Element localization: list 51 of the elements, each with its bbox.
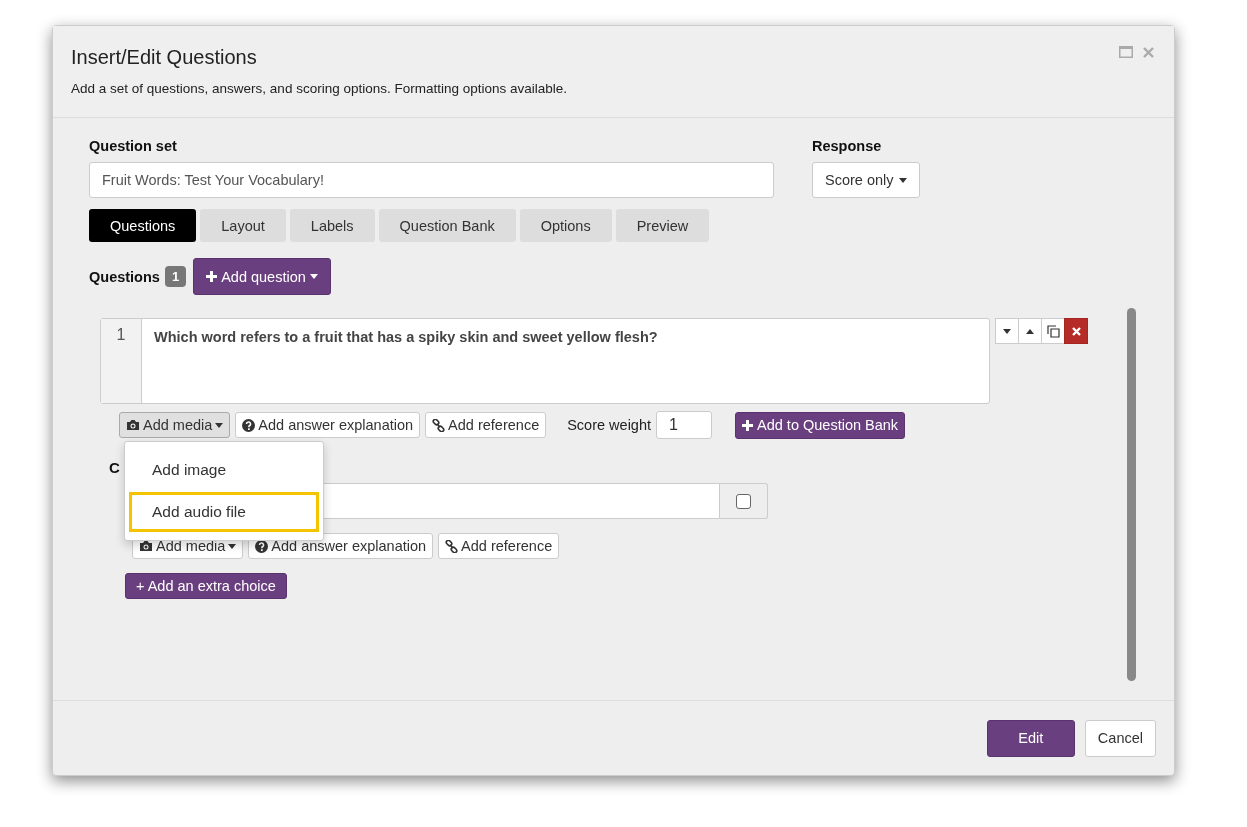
add-to-bank-button[interactable]: Add to Question Bank <box>735 411 906 439</box>
menu-item[interactable]: Add audio file <box>129 492 319 532</box>
menu-item[interactable]: Add image <box>129 450 319 490</box>
copy-button[interactable] <box>1041 318 1065 344</box>
camera-icon <box>126 419 140 431</box>
caret-icon <box>228 543 237 549</box>
tab[interactable]: Preview <box>615 209 710 242</box>
section-label: Questions <box>89 268 160 285</box>
caret-icon <box>215 422 224 428</box>
section-label: C <box>109 459 120 476</box>
response-dropdown[interactable]: Score only <box>812 162 920 198</box>
caret-up-icon <box>1026 328 1034 334</box>
cancel-button[interactable]: Cancel <box>1084 719 1156 757</box>
add-reference-button[interactable]: Add reference <box>425 412 547 438</box>
copy-icon <box>1046 324 1060 338</box>
tab[interactable]: Question Bank <box>378 209 516 242</box>
tab[interactable]: Layout <box>200 209 286 242</box>
caret-icon <box>898 177 907 183</box>
move-up-button[interactable] <box>1018 318 1042 344</box>
score-weight-label: Score weight <box>567 417 652 433</box>
caret-icon <box>309 274 318 279</box>
tab[interactable]: Labels <box>289 209 375 242</box>
add-question-button[interactable]: Add question <box>193 258 331 295</box>
dialog-title: Insert/Edit Questions <box>71 46 257 69</box>
caret-icon <box>1003 328 1011 334</box>
field-label: Response <box>812 138 883 154</box>
count-badge: 1 <box>164 266 187 287</box>
link-icon <box>445 539 459 553</box>
question-set-field[interactable]: Fruit Words: Test Your Vocabulary! <box>89 162 774 198</box>
scrollbar[interactable] <box>1127 308 1136 681</box>
tab[interactable]: Options <box>519 209 612 242</box>
question-editor[interactable]: 1 Which word refers to a fruit that has a spiky skin and sweet yellow flesh? <box>100 318 990 404</box>
link-icon <box>432 418 446 432</box>
question-circle-icon <box>242 418 256 432</box>
question-text: Which word refers to a fruit that has a spiky skin and sweet yellow flesh? <box>153 328 659 347</box>
tab[interactable]: Questions <box>89 209 197 242</box>
plus-icon <box>206 271 218 282</box>
question-number: 1 <box>101 319 142 403</box>
add-choice-button[interactable]: + Add an extra choice <box>125 573 287 599</box>
score-weight-field[interactable]: 1 <box>656 411 713 439</box>
add-explanation-button[interactable]: Add answer explanation <box>235 412 421 438</box>
delete-button[interactable] <box>1064 318 1088 344</box>
field-label: Question set <box>89 138 178 154</box>
add-media-button[interactable]: Add media <box>119 412 231 438</box>
move-down-button[interactable] <box>995 318 1019 344</box>
plus-icon <box>742 419 754 431</box>
close-icon <box>1071 326 1081 336</box>
checkbox[interactable] <box>736 493 751 509</box>
edit-button[interactable]: Edit <box>986 719 1075 757</box>
dialog-subtitle: Add a set of questions, answers, and scoring options. Formatting options available. <box>71 81 568 96</box>
add-reference-button[interactable]: Add reference <box>438 533 560 559</box>
